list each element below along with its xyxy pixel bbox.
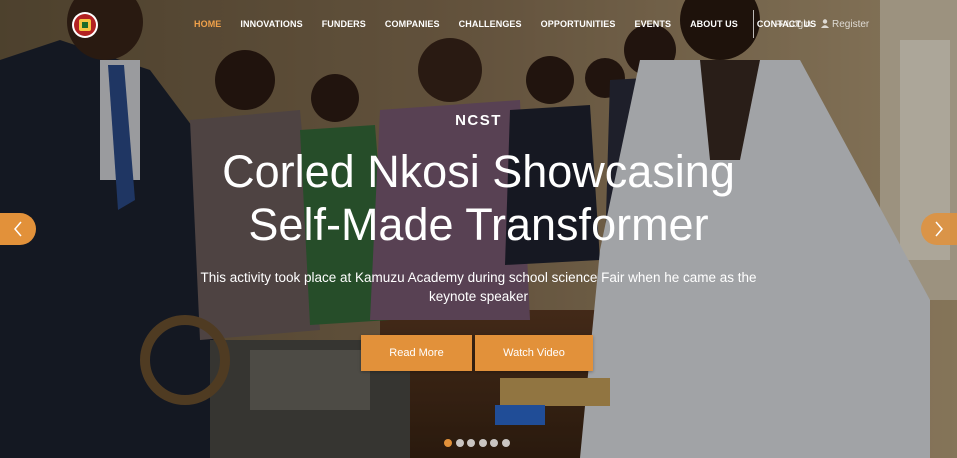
- nav-item-innovations[interactable]: INNOVATIONS: [240, 19, 302, 29]
- hero-carousel: HOME INNOVATIONS FUNDERS COMPANIES CHALL…: [0, 0, 957, 458]
- slide-subtitle: This activity took place at Kamuzu Acade…: [200, 270, 757, 304]
- carousel-dot-2[interactable]: [455, 439, 464, 447]
- nav-item-about-us[interactable]: ABOUT US: [690, 19, 738, 29]
- main-nav: HOME INNOVATIONS FUNDERS COMPANIES CHALL…: [194, 0, 835, 48]
- ncst-logo[interactable]: [70, 10, 100, 40]
- carousel-dot-5[interactable]: [490, 439, 498, 447]
- nav-divider: [753, 10, 754, 38]
- carousel-dot-6[interactable]: [501, 439, 510, 447]
- login-label: Login: [786, 18, 812, 30]
- chevron-right-icon: [935, 221, 943, 237]
- sign-in-icon: ➔: [776, 18, 784, 29]
- nav-item-opportunities[interactable]: OPPORTUNITIES: [541, 19, 616, 29]
- nav-item-companies[interactable]: COMPANIES: [385, 19, 440, 29]
- headline-line-2: Self-Made Transformer: [248, 199, 709, 250]
- chevron-left-icon: [14, 221, 22, 237]
- carousel-dot-3[interactable]: [467, 439, 475, 447]
- register-link[interactable]: Register: [821, 0, 869, 48]
- login-link[interactable]: ➔ Login: [776, 0, 811, 48]
- slide-headline: Corled Nkosi Showcasing Self-Made Transf…: [150, 145, 807, 251]
- carousel-dot-1[interactable]: [444, 439, 452, 447]
- watch-video-button[interactable]: Watch Video: [475, 335, 593, 371]
- read-more-button[interactable]: Read More: [361, 335, 472, 371]
- carousel-next-button[interactable]: [921, 213, 957, 245]
- slide-eyebrow: NCST: [455, 112, 502, 129]
- register-label: Register: [832, 18, 870, 30]
- nav-item-challenges[interactable]: CHALLENGES: [459, 19, 522, 29]
- nav-item-funders[interactable]: FUNDERS: [322, 19, 366, 29]
- carousel-prev-button[interactable]: [0, 213, 36, 245]
- nav-item-events[interactable]: EVENTS: [634, 19, 671, 29]
- carousel-dot-4[interactable]: [478, 439, 487, 447]
- headline-line-1: Corled Nkosi Showcasing: [222, 146, 735, 197]
- user-icon: [821, 18, 829, 30]
- nav-item-home[interactable]: HOME: [194, 19, 221, 29]
- carousel-pagination: [444, 439, 513, 447]
